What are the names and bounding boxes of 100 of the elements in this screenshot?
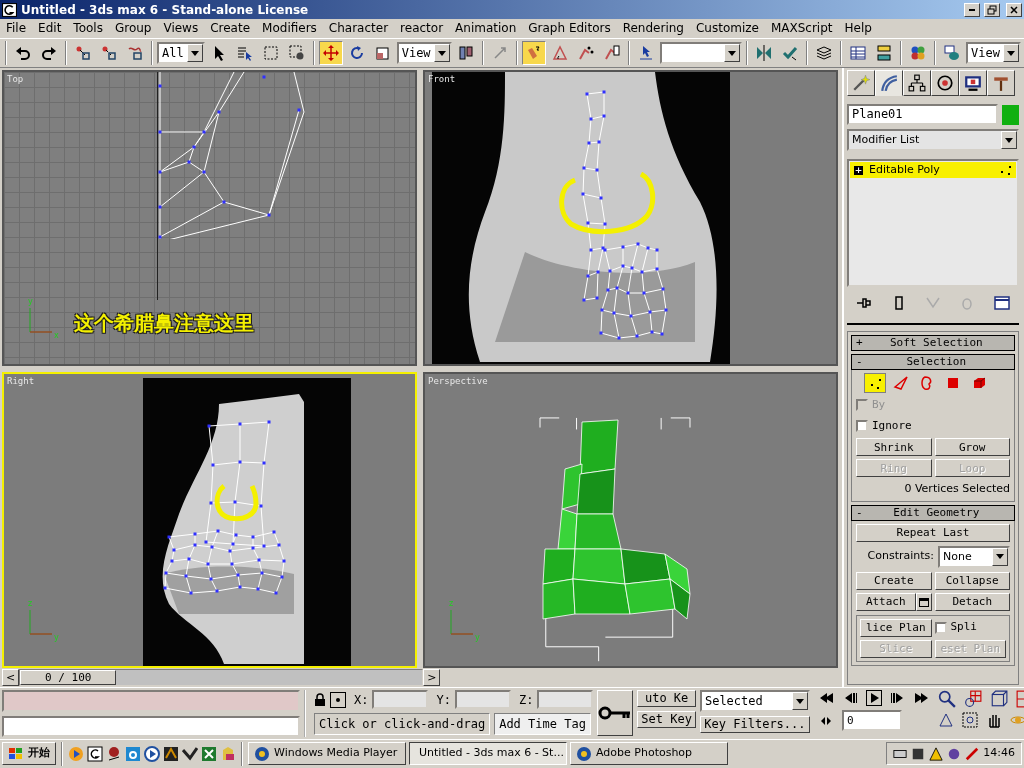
menu-item[interactable]: Graph Editors	[522, 19, 617, 38]
dropdown-arrow-icon	[795, 698, 804, 704]
panel-button[interactable]: Shrink	[856, 438, 932, 456]
menu-item[interactable]: Group	[108, 19, 158, 38]
constraints-dropdown[interactable]: None	[938, 545, 1010, 568]
region-zoom-icon[interactable]	[961, 712, 978, 728]
viewport-panel[interactable]: Front	[423, 70, 838, 366]
checkbox[interactable]	[934, 621, 947, 634]
wheel-tab[interactable]	[931, 70, 959, 96]
zoom-all-icon[interactable]	[963, 690, 982, 708]
zoom-icon[interactable]	[937, 690, 956, 708]
menu-item[interactable]: Animation	[449, 19, 523, 38]
name-field[interactable]: Plane01	[847, 104, 998, 125]
coordinate-field[interactable]	[372, 690, 429, 709]
tray-icon[interactable]	[947, 746, 962, 761]
prompt-field[interactable]	[2, 715, 300, 737]
go-end-icon[interactable]	[913, 690, 930, 706]
dropdown-field[interactable]: View	[396, 42, 452, 64]
move-icon[interactable]	[318, 41, 343, 65]
dropdown-field[interactable]	[659, 42, 743, 64]
panel-button[interactable]: Detach	[934, 592, 1010, 611]
pin-icon[interactable]	[856, 295, 873, 311]
key-filters-button[interactable]: Key Filters...	[699, 716, 810, 733]
wheel-icon	[936, 74, 954, 92]
coordinate-field[interactable]	[537, 690, 594, 709]
auto-key-button[interactable]: uto Ke	[637, 690, 696, 707]
panel-button[interactable]: Collapse	[934, 571, 1010, 590]
zoom-extents-icon[interactable]	[989, 690, 1008, 708]
viewport-panel[interactable]: Right z y	[2, 372, 417, 668]
taskbar-button[interactable]: Windows Media Player	[248, 742, 406, 765]
taskbar-button[interactable]: Adobe Photoshop	[570, 742, 728, 765]
repeat-last-button[interactable]: Repeat Last	[856, 523, 1010, 542]
disc-icon	[576, 745, 592, 762]
dropdown-field[interactable]: View	[966, 42, 1021, 64]
menu-item[interactable]: Help	[838, 19, 878, 38]
prompt-field[interactable]	[2, 690, 300, 712]
quick-launch-icon[interactable]	[182, 745, 198, 762]
time-tag-button[interactable]: Add Time Tag	[494, 713, 591, 735]
field-of-view-icon[interactable]	[937, 712, 954, 728]
hammer-tab[interactable]	[987, 70, 1015, 96]
set-key-button[interactable]: Set Key	[637, 711, 696, 728]
menu-item[interactable]: File	[0, 19, 33, 38]
menu-item[interactable]: Edit	[32, 19, 68, 38]
windows-logo-icon	[8, 746, 24, 761]
play-icon[interactable]	[865, 690, 882, 706]
quick-launch-icon[interactable]	[163, 745, 179, 762]
viewport-label[interactable]: Perspective	[428, 375, 488, 389]
menu-item[interactable]: reactor	[394, 19, 450, 38]
snap-icon[interactable]	[521, 41, 546, 65]
clock-text: 14:46	[983, 745, 1015, 762]
time-slider-thumb[interactable]: 0 / 100	[20, 670, 117, 685]
curve-tab[interactable]	[875, 70, 903, 96]
coordinate-field[interactable]	[454, 690, 511, 709]
lock-icon[interactable]	[314, 692, 326, 707]
taskbar-button[interactable]: Untitled - 3ds max 6 - St...	[409, 742, 567, 765]
panel-button[interactable]: Create	[856, 571, 932, 590]
menu-item[interactable]: Modifiers	[256, 19, 323, 38]
time-slider-track[interactable]: 0 / 100	[19, 669, 424, 686]
vertex-dots-button[interactable]	[864, 373, 886, 393]
key-button[interactable]	[597, 690, 634, 736]
menu-item[interactable]: Rendering	[616, 19, 690, 38]
slice-plane-button[interactable]: lice Plan	[860, 618, 932, 637]
panel-button[interactable]: Grow	[934, 438, 1010, 456]
selection-toggle-icon[interactable]	[330, 691, 346, 708]
panel-button[interactable]: Attach	[856, 592, 916, 611]
viewport-label[interactable]: Front	[428, 73, 456, 87]
quick-launch-icon[interactable]	[144, 745, 160, 762]
wand-tab[interactable]	[847, 70, 875, 96]
expand-toggle[interactable]: +	[854, 165, 863, 175]
frame-field[interactable]: 0	[841, 710, 902, 731]
start-button[interactable]: 开始	[2, 742, 56, 765]
menu-item[interactable]: Character	[322, 19, 395, 38]
menu-item[interactable]: Tools	[67, 19, 109, 38]
rollout-header[interactable]: - Selection	[851, 354, 1015, 370]
minimize-button[interactable]	[964, 2, 980, 17]
menu-item[interactable]: Create	[204, 19, 257, 38]
quick-launch-icon[interactable]	[106, 745, 122, 762]
previous-frame-button[interactable]: <	[2, 669, 20, 686]
menu-item[interactable]: Customize	[689, 19, 765, 38]
dropdown-field[interactable]: All	[157, 42, 205, 64]
checkbox[interactable]	[856, 419, 868, 432]
configure-icon[interactable]	[993, 295, 1010, 311]
rollout-header[interactable]: - Edit Geometry	[851, 504, 1015, 521]
rollout-header[interactable]: + Soft Selection	[851, 335, 1015, 351]
monitor-tab[interactable]	[959, 70, 987, 96]
restore-button[interactable]	[984, 2, 1000, 17]
menu-item[interactable]: MAXScript	[764, 19, 839, 38]
close-button[interactable]	[1006, 2, 1022, 17]
tray-icon[interactable]	[911, 746, 926, 761]
color-swatch[interactable]	[1002, 104, 1019, 125]
key-mode-dropdown[interactable]: Selected	[699, 690, 810, 712]
quick-launch-icon[interactable]	[87, 745, 103, 762]
modifier-list-dropdown[interactable]: Modifier List	[847, 129, 1019, 151]
next-frame-button[interactable]: >	[423, 669, 441, 686]
menu-item[interactable]: Views	[157, 19, 205, 38]
hierarchy-tab[interactable]	[903, 70, 931, 96]
viewport-panel[interactable]: Perspective z y	[423, 372, 838, 668]
stack-item[interactable]: + Editable Poly	[850, 162, 1016, 178]
tray-icon[interactable]	[929, 746, 944, 761]
viewport-label[interactable]: Right	[7, 375, 35, 389]
